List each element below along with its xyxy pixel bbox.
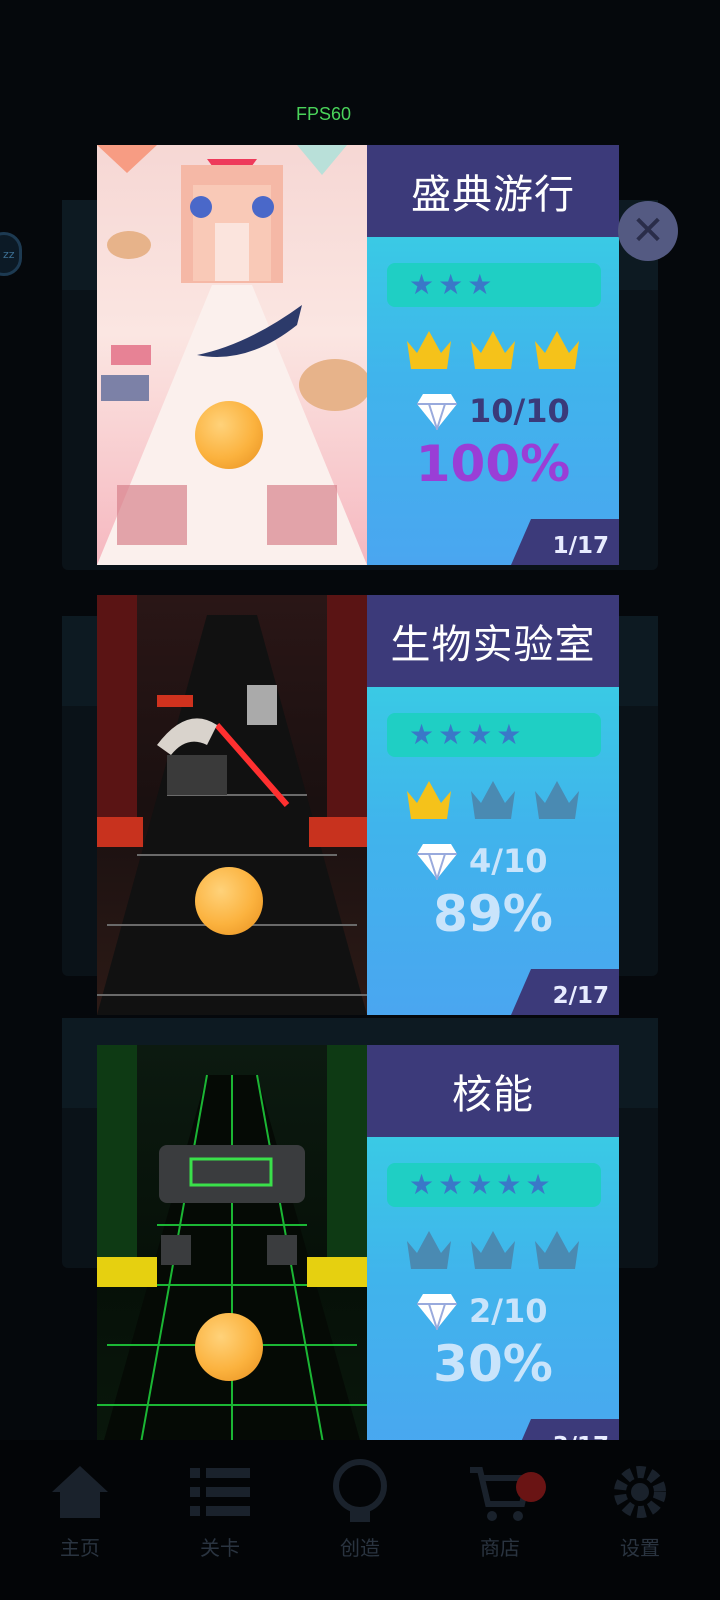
nav-label: 商店 — [480, 1536, 520, 1560]
level-info-panel: 生物实验室 ★ ★ ★ ★ 4/10 89% 2/17 — [367, 595, 619, 1015]
diamond-icon — [417, 1294, 457, 1330]
level-title: 生物实验室 — [390, 622, 596, 668]
star-icon: ★ — [496, 1168, 522, 1201]
completion-percent: 89% — [433, 885, 553, 943]
nav-create[interactable]: 创造 — [300, 1456, 420, 1586]
gem-progress: 4/10 — [417, 839, 547, 883]
nav-label: 设置 — [620, 1536, 660, 1560]
crown-rating — [403, 775, 583, 831]
star-icon: ★ — [438, 268, 464, 301]
player-ball — [195, 401, 263, 469]
star-icon: ★ — [409, 1168, 435, 1201]
level-title-bar: 核能 — [367, 1045, 619, 1137]
gem-progress: 10/10 — [417, 389, 570, 433]
notification-badge — [516, 1472, 546, 1502]
crown-icon — [471, 331, 515, 369]
crown-rating — [403, 325, 583, 381]
sleep-label: zz — [3, 248, 15, 261]
level-index-badge: 2/17 — [511, 969, 619, 1015]
crown-icon — [407, 1231, 451, 1269]
player-ball — [195, 867, 263, 935]
lightbulb-icon — [333, 1459, 387, 1522]
gem-progress: 2/10 — [417, 1289, 547, 1333]
level-card-3[interactable]: 核能 ★★★★★ 2/10 30% 3/17 — [97, 1045, 619, 1465]
crown-icon — [407, 331, 451, 369]
crown-icon — [471, 1231, 515, 1269]
nav-label: 创造 — [340, 1536, 380, 1560]
crown-icon — [535, 1231, 579, 1269]
difficulty-stars: ★ ★ ★ — [387, 263, 601, 307]
crown-icon — [407, 781, 451, 819]
star-icon: ★ — [496, 718, 522, 751]
completion-percent: 30% — [433, 1335, 553, 1393]
level-index: 2/17 — [552, 983, 609, 1009]
level-thumbnail — [97, 595, 367, 1015]
level-title-bar: 盛典游行 — [367, 145, 619, 237]
nav-levels[interactable]: 关卡 — [160, 1456, 280, 1586]
gear-icon — [614, 1466, 666, 1518]
difficulty-stars: ★ ★ ★ ★ ★ — [387, 1163, 601, 1207]
star-icon: ★ — [467, 268, 493, 301]
star-icon: ★ — [438, 718, 464, 751]
completion-percent: 100% — [415, 435, 571, 493]
close-button[interactable]: ✕ — [618, 201, 678, 261]
level-index-badge: 1/17 — [511, 519, 619, 565]
level-index: 1/17 — [552, 533, 609, 559]
difficulty-stars: ★ ★ ★ ★ — [387, 713, 601, 757]
close-icon: ✕ — [631, 208, 665, 254]
star-icon: ★ — [409, 718, 435, 751]
star-icon: ★ — [525, 1168, 551, 1201]
level-card-1[interactable]: 盛典游行 ★ ★ ★ 10/10 100% 1/17 — [97, 145, 619, 565]
level-card-2[interactable]: 生物实验室 ★ ★ ★ ★ 4/10 89% 2/17 — [97, 595, 619, 1015]
level-info-panel: 盛典游行 ★ ★ ★ 10/10 100% 1/17 — [367, 145, 619, 565]
level-title-bar: 生物实验室 — [367, 595, 619, 687]
level-info-panel: 核能 ★★★★★ 2/10 30% 3/17 — [367, 1045, 619, 1465]
level-title: 盛典游行 — [411, 172, 575, 218]
crown-icon — [535, 781, 579, 819]
nav-label: 关卡 — [200, 1536, 240, 1560]
level-title: 核能 — [452, 1072, 534, 1118]
nav-label: 主页 — [60, 1536, 100, 1560]
nav-shop[interactable]: 商店 — [440, 1456, 560, 1586]
nav-home[interactable]: 主页 — [20, 1456, 140, 1586]
nav-settings[interactable]: 设置 — [580, 1456, 700, 1586]
fps-counter: FPS60 — [296, 104, 352, 124]
star-icon: ★ — [409, 268, 435, 301]
level-thumbnail — [97, 1045, 367, 1465]
crown-rating — [403, 1225, 583, 1281]
gem-count: 2/10 — [469, 1292, 548, 1330]
crown-icon — [471, 781, 515, 819]
diamond-icon — [417, 394, 457, 430]
crown-icon — [535, 331, 579, 369]
home-icon — [52, 1466, 108, 1518]
bottom-nav: 主页 关卡 创造 商店 设置 — [0, 1440, 720, 1600]
star-icon: ★ — [438, 1168, 464, 1201]
star-icon: ★ — [467, 718, 493, 751]
player-ball — [195, 1313, 263, 1381]
level-thumbnail — [97, 145, 367, 565]
star-icon: ★ — [467, 1168, 493, 1201]
diamond-icon — [417, 844, 457, 880]
gem-count: 10/10 — [469, 392, 570, 430]
sleep-button[interactable]: zz — [0, 232, 22, 276]
list-icon — [190, 1468, 250, 1516]
gem-count: 4/10 — [469, 842, 548, 880]
